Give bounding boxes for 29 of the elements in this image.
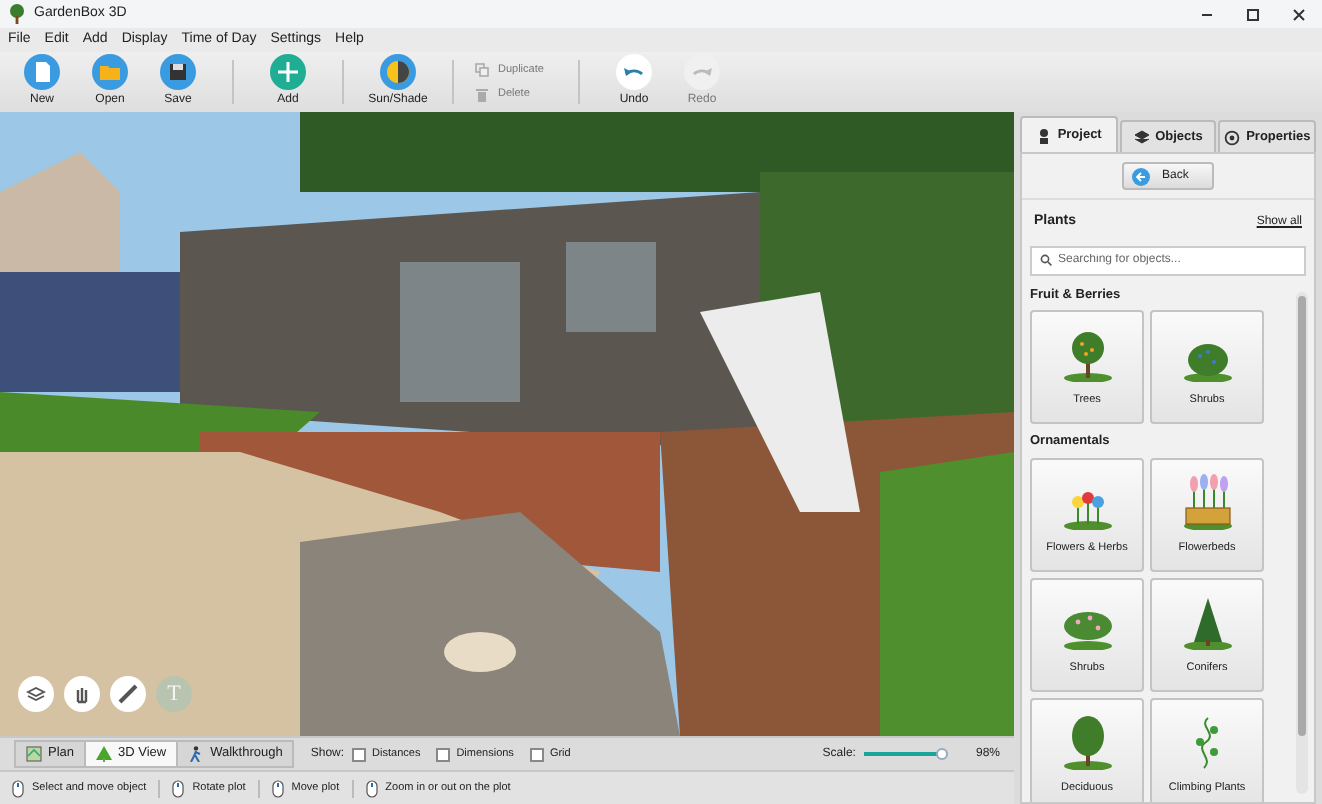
- document-icon: [24, 54, 60, 90]
- checkbox[interactable]: [529, 747, 544, 761]
- trash-icon: [474, 85, 490, 102]
- checkbox[interactable]: [436, 747, 451, 761]
- close-icon[interactable]: [1292, 7, 1306, 21]
- gear-icon: [1224, 129, 1241, 145]
- layers-icon: [1133, 129, 1150, 145]
- slider-thumb[interactable]: [936, 748, 949, 760]
- mouse-icon: [172, 779, 185, 797]
- app-logo-icon: [8, 4, 26, 24]
- undo-icon: [616, 54, 652, 90]
- walking-person-icon: [188, 746, 205, 762]
- scrollbar[interactable]: [1296, 291, 1308, 794]
- map-icon: [26, 746, 42, 762]
- folder-icon: [92, 54, 128, 90]
- half-sun-icon: [380, 54, 416, 90]
- mouse-icon: [12, 779, 24, 797]
- floppy-disk-icon: [160, 54, 196, 90]
- mouse-icon: [271, 779, 284, 797]
- scale-slider[interactable]: [863, 748, 948, 760]
- person-icon: [1035, 127, 1052, 143]
- mouse-icon: [365, 779, 378, 797]
- search-icon: [1040, 254, 1052, 266]
- copy-icon: [474, 62, 490, 79]
- maximize-icon[interactable]: [1246, 7, 1260, 21]
- back-arrow-icon: [1132, 167, 1150, 185]
- plus-icon: [270, 54, 306, 90]
- tree-icon: [96, 746, 113, 762]
- checkbox[interactable]: [352, 747, 367, 761]
